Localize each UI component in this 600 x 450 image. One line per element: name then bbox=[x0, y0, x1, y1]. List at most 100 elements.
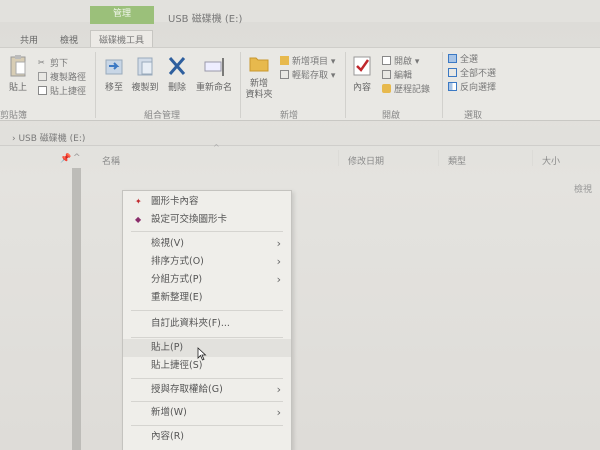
menu-item-view[interactable]: 檢視(V) › bbox=[123, 235, 291, 253]
navigation-scrollbar[interactable] bbox=[72, 168, 81, 450]
menu-item-refresh[interactable]: 重新整理(E) bbox=[123, 289, 291, 307]
paste-shortcut-label: 貼上捷徑 bbox=[50, 87, 87, 97]
column-size[interactable]: 大小 bbox=[542, 154, 560, 167]
new-item-icon bbox=[280, 56, 289, 65]
select-none-button[interactable]: 全部不選 bbox=[448, 66, 496, 79]
clipboard-group-label: 剪貼簿 bbox=[0, 111, 28, 121]
copy-to-button[interactable]: 複製到 bbox=[130, 54, 160, 94]
select-group-label: 選取 bbox=[464, 111, 483, 121]
menu-item-label: 新增(W) bbox=[151, 407, 187, 418]
menu-item-paste[interactable]: 貼上(P) bbox=[123, 339, 291, 357]
column-divider[interactable] bbox=[438, 150, 439, 166]
menu-item-label: 貼上(P) bbox=[151, 342, 184, 353]
address-bar[interactable]: › USB 磁碟機 (E:) bbox=[0, 126, 600, 146]
group-separator bbox=[95, 52, 96, 118]
title-bar: 管理 USB 磁碟機 (E:) bbox=[0, 0, 600, 25]
copy-path-icon bbox=[38, 72, 47, 81]
menu-item-paste-shortcut[interactable]: 貼上捷徑(S) bbox=[123, 357, 291, 375]
column-name[interactable]: 名稱 bbox=[102, 154, 120, 167]
menu-item-graphics-properties[interactable]: ✦ 圖形卡內容 bbox=[123, 193, 291, 211]
menu-item-label: 設定可交換圖形卡 bbox=[151, 214, 228, 225]
delete-button[interactable]: 刪除 bbox=[164, 54, 190, 94]
menu-item-label: 內容(R) bbox=[151, 431, 185, 442]
submenu-arrow-icon: › bbox=[276, 255, 281, 268]
easy-access-icon bbox=[280, 70, 289, 79]
tab-view[interactable]: 檢視 bbox=[60, 33, 78, 46]
rename-button[interactable]: 重新命名 bbox=[194, 54, 234, 94]
copy-path-button[interactable]: 複製路徑 bbox=[38, 70, 86, 83]
easy-access-button[interactable]: 輕鬆存取 ▾ bbox=[280, 68, 335, 81]
mouse-cursor-icon bbox=[197, 347, 207, 361]
select-all-label: 全選 bbox=[460, 55, 479, 65]
breadcrumb[interactable]: › USB 磁碟機 (E:) bbox=[12, 131, 85, 144]
select-none-label: 全部不選 bbox=[460, 69, 497, 79]
menu-item-label: 貼上捷徑(S) bbox=[151, 360, 203, 371]
cut-button[interactable]: ✂ 剪下 bbox=[38, 56, 68, 69]
menu-item-label: 自訂此資料夾(F)... bbox=[151, 318, 230, 329]
file-explorer-window: 管理 USB 磁碟機 (E:) 共用 檢視 磁碟機工具 貼上 ✂ 剪下 複製路徑… bbox=[0, 0, 600, 450]
rename-label: 重新命名 bbox=[195, 83, 232, 93]
submenu-arrow-icon: › bbox=[276, 273, 281, 286]
organize-group-label: 組合管理 bbox=[144, 111, 181, 121]
edit-button[interactable]: 編輯 bbox=[382, 68, 412, 81]
breadcrumb-drive[interactable]: USB 磁碟機 (E:) bbox=[18, 134, 85, 144]
menu-item-give-access[interactable]: 授與存取權給(G) › bbox=[123, 381, 291, 399]
chevron-up-icon[interactable]: ^ bbox=[73, 153, 81, 163]
paste-shortcut-button[interactable]: 貼上捷徑 bbox=[38, 84, 86, 97]
menu-item-properties[interactable]: 內容(R) bbox=[123, 428, 291, 446]
menu-item-label: 分組方式(P) bbox=[151, 274, 203, 285]
move-to-button[interactable]: 移至 bbox=[100, 54, 128, 94]
paste-button[interactable]: 貼上 bbox=[6, 54, 30, 94]
invert-selection-button[interactable]: 反向選擇 bbox=[448, 80, 496, 93]
menu-separator bbox=[131, 231, 283, 232]
menu-item-new[interactable]: 新增(W) › bbox=[123, 404, 291, 422]
open-button[interactable]: 開啟 ▾ bbox=[382, 54, 419, 67]
edit-icon bbox=[382, 70, 391, 79]
history-icon bbox=[382, 84, 391, 93]
properties-button[interactable]: 內容 bbox=[348, 54, 376, 94]
delete-x-icon bbox=[168, 57, 186, 75]
edit-label: 編輯 bbox=[394, 71, 413, 81]
select-all-icon bbox=[448, 54, 457, 63]
tab-drive-tools[interactable]: 磁碟機工具 bbox=[90, 30, 154, 47]
menu-item-label: 排序方式(O) bbox=[151, 256, 204, 267]
cut-label: 剪下 bbox=[50, 59, 69, 69]
scissors-icon: ✂ bbox=[38, 58, 45, 67]
menu-item-switchable-graphics[interactable]: ◆ 設定可交換圖形卡 bbox=[123, 211, 291, 229]
paste-label: 貼上 bbox=[8, 83, 27, 93]
history-label: 歷程記錄 bbox=[394, 85, 431, 95]
context-menu: ✦ 圖形卡內容 ◆ 設定可交換圖形卡 檢視(V) › 排序方式(O) › 分組方… bbox=[122, 190, 292, 450]
column-divider[interactable] bbox=[338, 150, 339, 166]
ribbon: 貼上 ✂ 剪下 複製路徑 貼上捷徑 剪貼簿 移至 複製到 刪除 重新命名 組合管… bbox=[0, 47, 600, 121]
new-item-button[interactable]: 新增項目 ▾ bbox=[280, 54, 335, 67]
rename-icon bbox=[204, 58, 224, 76]
open-group-label: 開啟 bbox=[382, 111, 401, 121]
history-button[interactable]: 歷程記錄 bbox=[382, 82, 430, 95]
pin-icon[interactable]: 📌 bbox=[60, 154, 71, 164]
submenu-arrow-icon: › bbox=[276, 383, 281, 396]
group-separator bbox=[240, 52, 241, 118]
new-folder-button[interactable]: 新增 資料夾 bbox=[244, 52, 274, 101]
paste-shortcut-icon bbox=[38, 86, 47, 95]
paste-icon bbox=[10, 55, 26, 77]
invert-selection-icon bbox=[448, 82, 457, 91]
tab-share[interactable]: 共用 bbox=[20, 33, 38, 46]
select-none-icon bbox=[448, 68, 457, 77]
menu-item-customize-folder[interactable]: 自訂此資料夾(F)... bbox=[123, 315, 291, 333]
move-to-icon bbox=[105, 59, 123, 75]
copy-to-label: 複製到 bbox=[131, 83, 159, 93]
menu-separator bbox=[131, 337, 283, 338]
column-date-modified[interactable]: 修改日期 bbox=[348, 154, 384, 167]
easy-access-label: 輕鬆存取 ▾ bbox=[292, 71, 336, 81]
menu-item-label: 重新整理(E) bbox=[151, 292, 203, 303]
menu-item-sort-by[interactable]: 排序方式(O) › bbox=[123, 253, 291, 271]
submenu-arrow-icon: › bbox=[276, 406, 281, 419]
select-all-button[interactable]: 全選 bbox=[448, 52, 478, 65]
window-title: USB 磁碟機 (E:) bbox=[168, 14, 243, 25]
menu-item-label: 圖形卡內容 bbox=[151, 196, 199, 207]
manage-context-tab[interactable]: 管理 bbox=[90, 6, 154, 24]
column-divider[interactable] bbox=[532, 150, 533, 166]
submenu-arrow-icon: › bbox=[276, 237, 281, 250]
menu-item-group-by[interactable]: 分組方式(P) › bbox=[123, 271, 291, 289]
column-type[interactable]: 類型 bbox=[448, 154, 466, 167]
